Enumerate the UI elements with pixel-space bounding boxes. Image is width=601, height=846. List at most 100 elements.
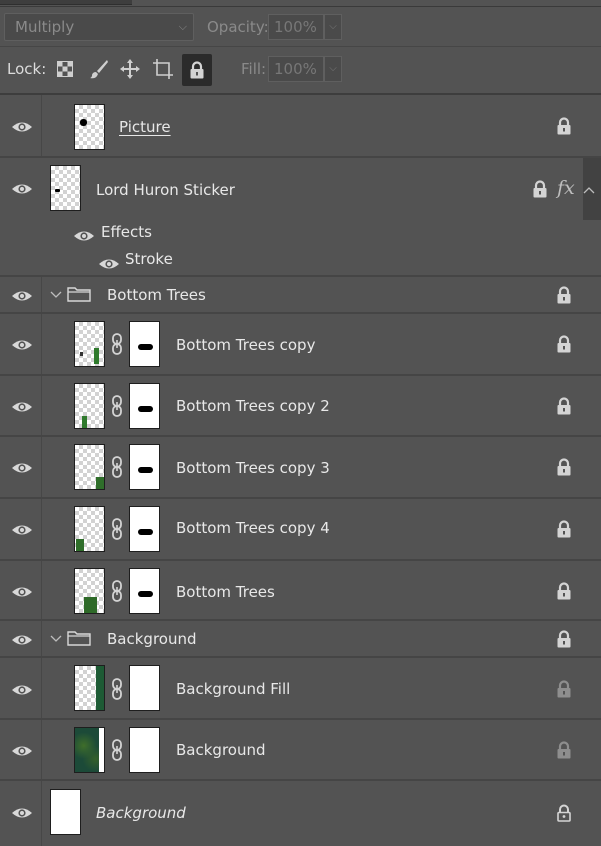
layer-mask-thumbnail[interactable] (129, 665, 160, 711)
padlock-icon (556, 335, 572, 353)
layer-thumbnail[interactable] (74, 506, 105, 552)
layer-thumbnail[interactable] (74, 321, 105, 367)
lock-image-pixels-brush-icon[interactable] (87, 57, 111, 81)
layer-row-background-base[interactable]: Background (0, 781, 601, 846)
padlock-icon (556, 117, 572, 135)
chevron-down-icon: ⌵ (178, 20, 187, 33)
chain-link-icon[interactable] (111, 395, 123, 417)
eye-icon[interactable] (11, 683, 33, 697)
chain-link-icon[interactable] (111, 456, 123, 478)
chain-link-icon[interactable] (111, 518, 123, 540)
visibility-toggle[interactable] (0, 561, 42, 619)
eye-icon[interactable] (11, 806, 33, 820)
eye-icon[interactable] (11, 744, 33, 758)
eye-icon[interactable] (11, 182, 33, 196)
group-name[interactable]: Bottom Trees (107, 286, 206, 304)
layer-name[interactable]: Bottom Trees copy 3 (176, 459, 330, 477)
eye-icon[interactable] (11, 289, 33, 303)
layer-mask-thumbnail[interactable] (129, 727, 160, 773)
eye-icon[interactable] (98, 257, 120, 271)
padlock-icon (556, 680, 572, 698)
padlock-icon (532, 180, 548, 198)
layer-mask-thumbnail[interactable] (129, 321, 160, 367)
visibility-toggle[interactable] (0, 158, 42, 275)
visibility-toggle[interactable] (0, 376, 42, 435)
layer-name[interactable]: Background (176, 741, 266, 759)
opacity-input[interactable]: 100% (268, 14, 324, 40)
layer-name[interactable]: Bottom Trees copy (176, 336, 315, 354)
opacity-slider-button[interactable]: ⌵ (324, 14, 342, 40)
visibility-toggle[interactable] (0, 437, 42, 497)
layer-name[interactable]: Bottom Trees copy 4 (176, 519, 330, 537)
padlock-icon (556, 741, 572, 759)
lock-all-icon[interactable] (182, 54, 212, 86)
layer-effects-fx-icon[interactable]: fx (557, 177, 575, 199)
eye-icon[interactable] (11, 523, 33, 537)
eye-icon[interactable] (11, 120, 33, 134)
collapse-effects-chevron-icon[interactable] (583, 186, 595, 194)
layer-row-bottom-trees-copy-3[interactable]: Bottom Trees copy 3 (0, 437, 601, 499)
layer-row-bottom-trees-copy[interactable]: Bottom Trees copy (0, 314, 601, 376)
chevron-down-icon[interactable] (50, 635, 62, 643)
group-row-bottom-trees[interactable]: Bottom Trees (0, 277, 601, 314)
stroke-effect-label[interactable]: Stroke (125, 250, 173, 268)
layer-row-picture[interactable]: Picture (0, 95, 601, 158)
visibility-toggle[interactable] (0, 314, 42, 374)
layer-thumbnail[interactable] (74, 665, 105, 711)
layer-row-background-fill[interactable]: Background Fill (0, 658, 601, 720)
layer-name[interactable]: Background Fill (176, 680, 290, 698)
chain-link-icon[interactable] (111, 333, 123, 355)
layer-thumbnail[interactable] (74, 104, 105, 150)
lock-position-move-icon[interactable] (118, 57, 142, 81)
top-divider (0, 6, 601, 7)
layer-name[interactable]: Bottom Trees (176, 583, 275, 601)
layer-mask-thumbnail[interactable] (129, 506, 160, 552)
layer-thumbnail[interactable] (74, 727, 105, 773)
visibility-toggle[interactable] (0, 277, 42, 312)
layer-mask-thumbnail[interactable] (129, 568, 160, 614)
layer-thumbnail[interactable] (50, 165, 81, 211)
eye-icon[interactable] (73, 229, 95, 243)
effects-label[interactable]: Effects (101, 223, 152, 241)
layer-mask-thumbnail[interactable] (129, 383, 160, 429)
layer-name[interactable]: Lord Huron Sticker (96, 181, 235, 199)
chain-link-icon[interactable] (111, 739, 123, 761)
layer-name[interactable]: Picture (119, 118, 171, 136)
layer-row-bottom-trees-copy-4[interactable]: Bottom Trees copy 4 (0, 499, 601, 561)
chain-link-icon[interactable] (111, 678, 123, 700)
eye-icon[interactable] (11, 585, 33, 599)
layer-thumbnail[interactable] (50, 789, 81, 835)
eye-icon[interactable] (11, 338, 33, 352)
visibility-toggle[interactable] (0, 720, 42, 779)
layer-row-lord-huron-sticker[interactable]: Lord Huron Sticker fx Effects Stroke (0, 158, 601, 277)
layer-thumbnail[interactable] (74, 444, 105, 490)
chevron-down-icon[interactable] (50, 291, 62, 299)
layer-row-bottom-trees-copy-2[interactable]: Bottom Trees copy 2 (0, 376, 601, 437)
layer-thumbnail[interactable] (74, 383, 105, 429)
visibility-toggle[interactable] (0, 658, 42, 718)
layer-row-bottom-trees[interactable]: Bottom Trees (0, 561, 601, 621)
layer-row-background[interactable]: Background (0, 720, 601, 781)
eye-icon[interactable] (11, 633, 33, 647)
fill-slider-button[interactable]: ⌵ (324, 56, 342, 82)
visibility-toggle[interactable] (0, 621, 42, 656)
group-name[interactable]: Background (107, 630, 197, 648)
group-row-background[interactable]: Background (0, 621, 601, 658)
thumbnail-content (99, 728, 104, 772)
layer-mask-thumbnail[interactable] (129, 444, 160, 490)
visibility-toggle[interactable] (0, 499, 42, 559)
blend-mode-dropdown[interactable]: Multiply ⌵ (4, 13, 194, 41)
visibility-toggle[interactable] (0, 781, 42, 846)
eye-icon[interactable] (11, 400, 33, 414)
lock-artboard-icon[interactable] (151, 57, 175, 81)
visibility-toggle[interactable] (0, 95, 42, 156)
lock-transparent-pixels-icon[interactable] (53, 57, 77, 81)
padlock-icon (556, 804, 572, 822)
opacity-label: Opacity: (207, 18, 269, 36)
chain-link-icon[interactable] (111, 580, 123, 602)
layer-name[interactable]: Bottom Trees copy 2 (176, 397, 330, 415)
layer-name[interactable]: Background (96, 804, 186, 822)
fill-input[interactable]: 100% (268, 56, 324, 82)
layer-thumbnail[interactable] (74, 568, 105, 614)
eye-icon[interactable] (11, 461, 33, 475)
